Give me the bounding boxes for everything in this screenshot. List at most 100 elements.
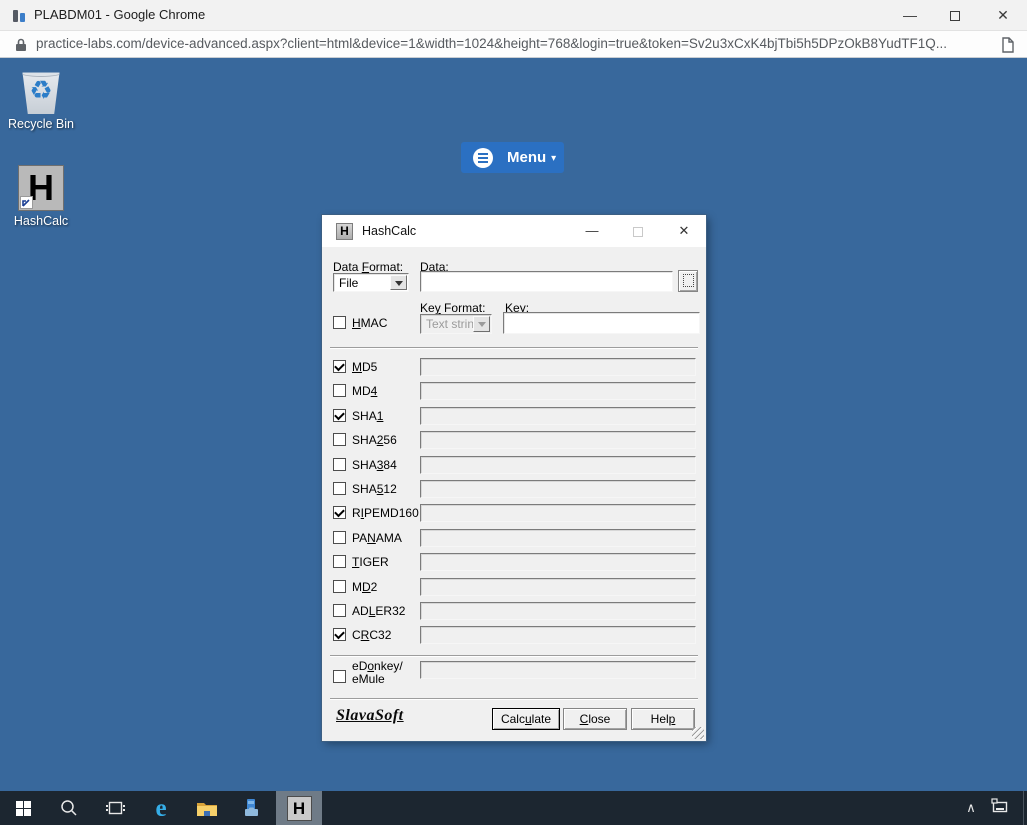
algorithm-checkbox[interactable]: [333, 531, 346, 544]
hashcalc-window-title: HashCalc: [362, 215, 416, 247]
tray-show-hidden-icons-button[interactable]: ∧: [957, 800, 985, 816]
algorithm-label[interactable]: MD4: [352, 384, 377, 398]
browse-button[interactable]: [678, 270, 698, 292]
start-button[interactable]: [0, 791, 46, 825]
folder-icon: [196, 800, 218, 817]
dropdown-arrow-icon: [473, 316, 490, 332]
algorithm-result-field[interactable]: [420, 382, 696, 400]
algorithm-checkbox[interactable]: [333, 409, 346, 422]
hashcalc-titlebar-icon: H: [336, 223, 353, 240]
separator: [330, 698, 698, 700]
algorithm-checkbox[interactable]: [333, 604, 346, 617]
internet-explorer-button[interactable]: e: [138, 791, 184, 825]
algorithm-label[interactable]: SHA1: [352, 409, 383, 423]
browser-minimize-button[interactable]: —: [893, 0, 927, 30]
algorithm-label[interactable]: MD5: [352, 360, 377, 374]
algorithm-label[interactable]: SHA384: [352, 458, 397, 472]
slavasoft-logo-link[interactable]: SlavaSoft: [336, 707, 404, 725]
copy-page-icon[interactable]: [1001, 37, 1014, 53]
algorithm-checkbox[interactable]: [333, 580, 346, 593]
browser-maximize-button[interactable]: [938, 0, 972, 30]
algorithm-checkbox[interactable]: [333, 384, 346, 397]
hashcalc-close-button[interactable]: ✕: [664, 215, 704, 247]
algorithm-result-field[interactable]: [420, 553, 696, 571]
algorithm-label[interactable]: ADLER32: [352, 604, 405, 618]
desktop-icon-recycle-bin[interactable]: ♻ Recycle Bin: [6, 68, 76, 131]
algorithm-result-field[interactable]: [420, 602, 696, 620]
separator: [330, 655, 698, 657]
key-input[interactable]: [503, 312, 700, 334]
algorithm-checkbox[interactable]: [333, 458, 346, 471]
hmac-label[interactable]: HMAC: [352, 316, 387, 330]
algorithm-row: ADLER32: [322, 602, 706, 622]
algorithm-row: SHA256: [322, 431, 706, 451]
algorithm-checkbox[interactable]: [333, 628, 346, 641]
data-format-label: Data Format:: [333, 260, 403, 274]
edonkey-checkbox[interactable]: [333, 670, 346, 683]
maximize-icon: [950, 11, 960, 21]
calculate-button[interactable]: Calculate: [492, 708, 560, 730]
show-desktop-button[interactable]: [1023, 791, 1027, 825]
browser-urlbar[interactable]: practice-labs.com/device-advanced.aspx?c…: [0, 30, 1027, 58]
resize-grip[interactable]: [692, 727, 704, 739]
algorithm-label[interactable]: SHA256: [352, 433, 397, 447]
taskbar-search-button[interactable]: [46, 791, 92, 825]
algorithm-row: PANAMA: [322, 529, 706, 549]
lock-icon: [15, 38, 27, 52]
key-format-label: Key Format:: [420, 301, 485, 315]
network-status-button[interactable]: [985, 798, 1015, 819]
file-explorer-button[interactable]: [184, 791, 230, 825]
algorithm-result-field[interactable]: [420, 431, 696, 449]
key-format-dropdown-disabled: Text string: [420, 314, 492, 334]
data-input[interactable]: [420, 271, 673, 292]
algorithm-checkbox[interactable]: [333, 506, 346, 519]
algorithm-row: SHA1: [322, 407, 706, 427]
taskbar-hashcalc-button-active[interactable]: H: [276, 791, 322, 825]
algorithm-row: CRC32: [322, 626, 706, 646]
url-text[interactable]: practice-labs.com/device-advanced.aspx?c…: [36, 31, 947, 57]
algorithm-result-field[interactable]: [420, 578, 696, 596]
algorithm-result-field[interactable]: [420, 626, 696, 644]
algorithm-checkbox[interactable]: [333, 360, 346, 373]
algorithm-label[interactable]: CRC32: [352, 628, 391, 642]
dropdown-arrow-icon[interactable]: [390, 275, 407, 290]
algorithm-label[interactable]: PANAMA: [352, 531, 402, 545]
browse-ellipsis-icon: [683, 274, 694, 287]
hashcalc-minimize-button[interactable]: —: [572, 215, 612, 247]
close-button[interactable]: Close: [563, 708, 627, 730]
algorithm-checkbox[interactable]: [333, 555, 346, 568]
edonkey-result-field[interactable]: [420, 661, 696, 679]
algorithm-label[interactable]: RIPEMD160: [352, 506, 419, 520]
algorithm-result-field[interactable]: [420, 504, 696, 522]
algorithm-label[interactable]: SHA512: [352, 482, 397, 496]
algorithm-row: RIPEMD160: [322, 504, 706, 524]
lab-menu-button[interactable]: Menu ▾: [461, 142, 564, 173]
browser-close-button[interactable]: ✕: [986, 0, 1020, 30]
data-format-dropdown[interactable]: File: [333, 273, 409, 292]
algorithm-label[interactable]: MD2: [352, 580, 377, 594]
algorithm-result-field[interactable]: [420, 480, 696, 498]
algorithm-row: MD5: [322, 358, 706, 378]
hmac-checkbox[interactable]: [333, 316, 346, 329]
maximize-icon: [633, 227, 643, 237]
algorithm-label[interactable]: TIGER: [352, 555, 389, 569]
algorithm-result-field[interactable]: [420, 358, 696, 376]
data-format-value: File: [339, 274, 358, 291]
algorithm-checkbox[interactable]: [333, 433, 346, 446]
desktop-icon-hashcalc[interactable]: H HashCalc: [6, 165, 76, 228]
task-view-button[interactable]: [92, 791, 138, 825]
algorithm-row: TIGER: [322, 553, 706, 573]
edonkey-label[interactable]: eDonkey/ eMule: [352, 660, 403, 686]
help-button[interactable]: Help: [631, 708, 695, 730]
algorithm-checkbox[interactable]: [333, 482, 346, 495]
shortcut-arrow-icon: [20, 196, 33, 209]
separator: [330, 347, 698, 349]
browser-favicon-icon: [12, 8, 28, 24]
algorithm-result-field[interactable]: [420, 456, 696, 474]
algorithm-result-field[interactable]: [420, 529, 696, 547]
computer-tools-icon: [243, 798, 263, 818]
algorithm-result-field[interactable]: [420, 407, 696, 425]
algorithm-row: SHA384: [322, 456, 706, 476]
hashcalc-titlebar[interactable]: H HashCalc — ✕: [322, 215, 706, 247]
admin-tools-button[interactable]: [230, 791, 276, 825]
